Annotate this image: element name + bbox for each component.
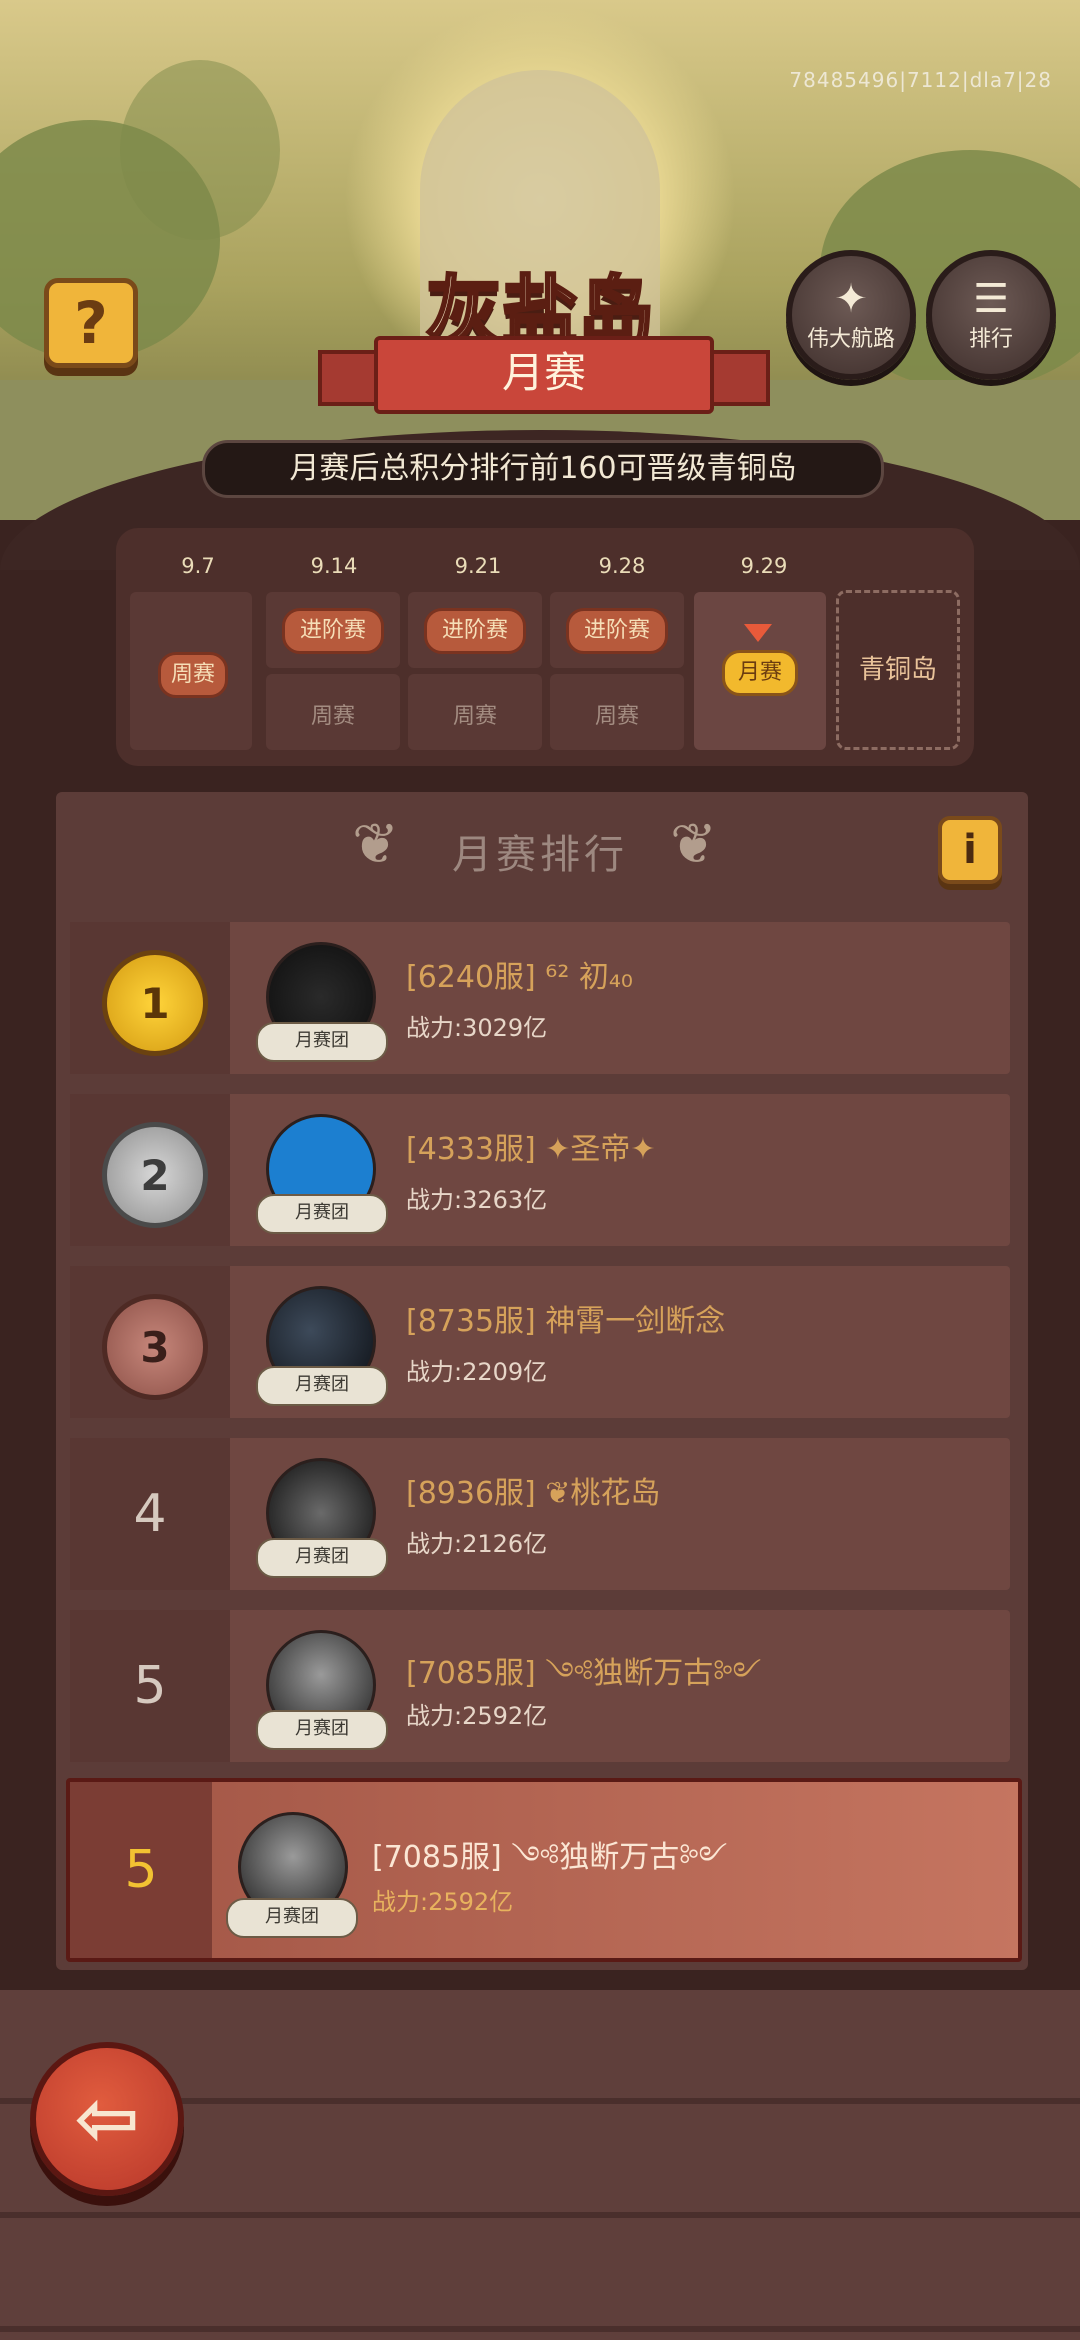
voyage-button[interactable]: ✦ 伟大航路 bbox=[786, 250, 916, 380]
next-island: 青铜岛 bbox=[836, 590, 960, 750]
stage-ribbon: 月赛 bbox=[374, 336, 714, 414]
player-power: 战力:2592亿 bbox=[406, 1702, 548, 1730]
stage-sub-weekly: 周赛 bbox=[452, 704, 497, 729]
tree-decoration bbox=[120, 60, 280, 240]
ranking-row[interactable]: 1 月赛团 [6240服] ⁶² 初₄₀ 战力:3029亿 bbox=[70, 922, 1010, 1074]
team-badge: 月赛团 bbox=[256, 1366, 388, 1406]
stage-tag-advanced[interactable]: 进阶赛 bbox=[282, 608, 384, 654]
bronze-medal-icon: 3 bbox=[102, 1294, 208, 1400]
stage-tag-weekly[interactable]: 周赛 bbox=[158, 652, 228, 698]
player-power: 战力:3029亿 bbox=[406, 1014, 548, 1042]
question-icon: ? bbox=[74, 289, 108, 357]
my-rank-number: 5 bbox=[124, 1840, 158, 1900]
ranking-title: 月赛排行 bbox=[452, 832, 628, 878]
team-badge: 月赛团 bbox=[226, 1898, 358, 1938]
stage-sub-weekly: 周赛 bbox=[310, 704, 355, 729]
gold-medal-icon: 1 bbox=[102, 950, 208, 1056]
back-arrow-icon: ⇦ bbox=[74, 2074, 140, 2164]
promotion-rule: 月赛后总积分排行前160可晋级青铜岛 bbox=[202, 440, 884, 498]
silver-medal-icon: 2 bbox=[102, 1122, 208, 1228]
team-badge: 月赛团 bbox=[256, 1194, 388, 1234]
team-badge: 月赛团 bbox=[256, 1538, 388, 1578]
version-text: 78485496|7112|dla7|28 bbox=[789, 68, 1052, 92]
player-power: 战力:2209亿 bbox=[406, 1358, 548, 1386]
timeline-date: 9.21 bbox=[454, 554, 502, 578]
ranking-row[interactable]: 4 月赛团 [8936服] ❦桃花岛 战力:2126亿 bbox=[70, 1438, 1010, 1590]
stage-tag-advanced[interactable]: 进阶赛 bbox=[424, 608, 526, 654]
current-stage-marker-icon bbox=[744, 624, 772, 642]
map-icon: ✦ bbox=[834, 276, 868, 322]
rank-label: 排行 bbox=[968, 327, 1013, 352]
player-name: [8936服] ❦桃花岛 bbox=[406, 1476, 661, 1511]
list-icon: ☰ bbox=[973, 276, 1009, 322]
info-icon: i bbox=[963, 827, 977, 873]
player-name: [6240服] ⁶² 初₄₀ bbox=[406, 960, 633, 995]
stage-tag-advanced[interactable]: 进阶赛 bbox=[566, 608, 668, 654]
ranking-row[interactable]: 3 月赛团 [8735服] 神霄一剑断念 战力:2209亿 bbox=[70, 1266, 1010, 1418]
ranking-row[interactable]: 2 月赛团 [4333服] ✦圣帝✦ 战力:3263亿 bbox=[70, 1094, 1010, 1246]
my-ranking-row[interactable]: 5 月赛团 [7085服] ༺独断万古༻ 战力:2592亿 bbox=[66, 1778, 1022, 1962]
stage-sub-weekly: 周赛 bbox=[594, 704, 639, 729]
my-power: 战力:2592亿 bbox=[372, 1888, 514, 1916]
help-button[interactable]: ? bbox=[44, 278, 138, 368]
back-button[interactable]: ⇦ bbox=[30, 2042, 184, 2196]
info-button[interactable]: i bbox=[938, 816, 1002, 884]
rank-number: 4 bbox=[133, 1484, 167, 1544]
ranking-row[interactable]: 5 月赛团 [7085服] ༺独断万古༻ 战力:2592亿 bbox=[70, 1610, 1010, 1762]
player-name: [4333服] ✦圣帝✦ bbox=[406, 1132, 656, 1167]
team-badge: 月赛团 bbox=[256, 1022, 388, 1062]
voyage-label: 伟大航路 bbox=[806, 327, 895, 352]
timeline-date: 9.7 bbox=[181, 554, 215, 578]
timeline-date: 9.14 bbox=[310, 554, 358, 578]
player-power: 战力:3263亿 bbox=[406, 1186, 548, 1214]
timeline-date: 9.28 bbox=[598, 554, 646, 578]
stage-tag-monthly[interactable]: 月赛 bbox=[722, 650, 798, 696]
rank-button[interactable]: ☰ 排行 bbox=[926, 250, 1056, 380]
timeline-date: 9.29 bbox=[740, 554, 788, 578]
player-name: [8735服] 神霄一剑断念 bbox=[406, 1304, 726, 1339]
rank-number: 5 bbox=[133, 1656, 167, 1716]
player-power: 战力:2126亿 bbox=[406, 1530, 548, 1558]
team-badge: 月赛团 bbox=[256, 1710, 388, 1750]
